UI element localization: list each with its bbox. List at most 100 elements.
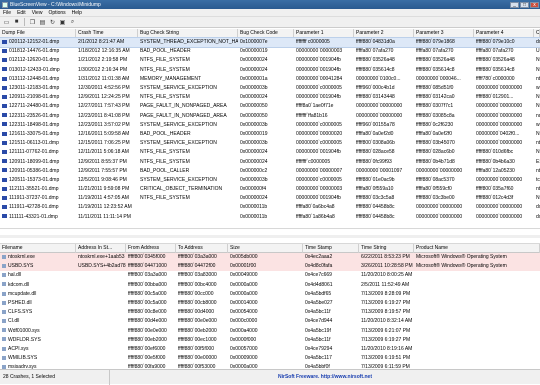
module-file-icon <box>2 328 6 333</box>
menu-help[interactable]: Help <box>72 10 82 16</box>
dump-file-icon <box>2 186 7 191</box>
menu-file[interactable]: File <box>3 10 11 16</box>
maximize-button[interactable]: □ <box>520 1 529 8</box>
menu-view[interactable]: View <box>32 10 43 16</box>
column-header[interactable]: Caused By Driver <box>534 29 540 38</box>
save-icon[interactable]: ■ <box>12 18 21 27</box>
table-row[interactable]: kdcom.dll fffff800`00bba000 fffff800`00bc4… <box>0 281 540 290</box>
menu-options[interactable]: Options <box>48 10 65 16</box>
table-row[interactable]: CI.dll fffff880`00d4e000 fffff880`00e0e000… <box>0 317 540 326</box>
column-header[interactable]: Size <box>228 244 303 253</box>
table-row[interactable]: mcupdate.dll fffff880`00c5a000 fffff880`00… <box>0 290 540 299</box>
table-cell: 120511-15373-01.dmp <box>0 176 76 185</box>
crash-dump-list[interactable]: Dump File Crash Time Bug Check String Bug C… <box>0 29 540 228</box>
table-row[interactable]: 020112-12152-01.dmp 2/1/2012 8:21:47 AM SY… <box>0 36 540 49</box>
close-button[interactable]: x <box>530 1 539 8</box>
table-row[interactable]: 011812-14476-01.dmp 1/18/2012 12:16:35 AM… <box>0 47 540 56</box>
module-file-icon <box>2 346 6 351</box>
column-header[interactable]: Crash Time <box>76 29 138 38</box>
html-report-icon[interactable]: ▣ <box>58 18 67 27</box>
minimize-button[interactable]: _ <box>510 1 519 8</box>
column-header[interactable]: Bug Check Code <box>238 29 294 38</box>
table-cell: fffffa80`1a86b4a8 <box>296 213 335 220</box>
table-row[interactable]: 111111-43321-01.dmp 11/11/2011 11:11:14 P… <box>0 213 540 222</box>
dump-file-icon <box>2 214 7 219</box>
table-row[interactable]: 120511-15373-01.dmp 12/5/2011 9:08:46 PM S… <box>0 176 540 185</box>
cell-text: WMILIB.SYS <box>8 355 38 362</box>
table-cell: 1/31/2012 11:01:38 AM <box>78 75 130 82</box>
table-row[interactable]: 111911-37237-01.dmp 11/19/2011 4:57:05 AM… <box>0 194 540 203</box>
column-header[interactable]: Time String <box>359 244 414 253</box>
folder-open-icon[interactable]: ▭ <box>2 18 11 27</box>
table-cell: WMILIB.SYS <box>0 354 76 363</box>
table-row[interactable]: 013112-12448-01.dmp 1/31/2012 11:01:38 AM… <box>0 75 540 84</box>
table-row[interactable]: 120911-21098-01.dmp 12/9/2011 12:24:25 PM… <box>0 93 540 102</box>
column-header[interactable]: Bug Check String <box>138 29 238 38</box>
table-row[interactable]: 122311-18498-01.dmp 12/23/2011 3:57:02 PM… <box>0 121 540 130</box>
table-row[interactable]: USBD.SYS USBD.SYS+4b2ad78 fffff880`0447100… <box>0 262 540 272</box>
table-row[interactable]: ntoskrnl.exe ntoskrnl.exe+1aab53 fffff800`… <box>0 253 540 263</box>
column-header[interactable]: To Address <box>176 244 228 253</box>
pane-splitter[interactable] <box>0 228 540 244</box>
table-cell: dxgkrnl.sys <box>536 213 540 220</box>
copy-icon[interactable]: ❐ <box>28 18 37 27</box>
column-header[interactable]: Parameter 2 <box>354 29 414 38</box>
table-row[interactable]: 121611-33075-01.dmp 12/16/2011 5:09:58 AM… <box>0 130 540 139</box>
table-row[interactable]: 120911-18099-01.dmp 12/9/2011 8:55:37 PM N… <box>0 157 540 166</box>
nirsoft-link[interactable]: NirSoft Freeware. http://www.nirsoft.net <box>110 374 540 380</box>
table-row[interactable]: 111911-42728-01.dmp 11/19/2011 12:23:52 A… <box>0 203 540 212</box>
table-cell: USBD.SYS <box>536 48 540 55</box>
module-file-icon <box>2 291 6 296</box>
table-row[interactable]: 122711-24480-01.dmp 12/27/2011 7:57:43 PM… <box>0 102 540 111</box>
table-cell: 7/13/2009 8:19:57 PM <box>361 309 411 316</box>
refresh-icon[interactable]: ↻ <box>48 18 57 27</box>
table-row[interactable]: 112111-35521-01.dmp 11/21/2011 9:59:08 PM… <box>0 185 540 194</box>
column-header[interactable]: Parameter 1 <box>294 29 354 38</box>
table-cell: 0x4a5bc11f <box>305 309 331 316</box>
column-header[interactable]: From Address <box>126 244 176 253</box>
table-cell: fffff880`04458b8c <box>356 204 395 211</box>
column-header[interactable]: Address In St... <box>76 244 126 253</box>
table-row[interactable]: 123011-12183-01.dmp 12/30/2011 4:52:56 PM… <box>0 84 540 93</box>
table-cell: dxgkrnl.sys <box>536 204 540 211</box>
table-cell: fffff880`012901... <box>476 94 514 101</box>
column-header[interactable]: Parameter 3 <box>414 29 474 38</box>
table-row[interactable]: CLFS.SYS fffff880`00c8e000 fffff880`00d400… <box>0 308 540 317</box>
table-row[interactable]: 012112-12620-01.dmp 1/21/2012 2:19:58 PM N… <box>0 56 540 65</box>
column-header[interactable]: Parameter 4 <box>474 29 534 38</box>
table-cell: 0x4ce7c669 <box>305 272 332 279</box>
table-row[interactable]: 121511-06113-01.dmp 12/15/2011 7:06:25 PM… <box>0 139 540 148</box>
table-row[interactable]: WDFLDR.SYS fffff880`00eb2000 fffff880`00ec… <box>0 336 540 345</box>
properties-icon[interactable]: ▤ <box>38 18 47 27</box>
module-list[interactable]: Filename Address In St... From Address To A… <box>0 244 540 369</box>
splitter-grip[interactable] <box>0 235 540 238</box>
table-row[interactable]: ACPI.sys fffff880`00ef6000 fffff880`00f5f0… <box>0 345 540 354</box>
table-row[interactable]: 013012-12433-01.dmp 1/30/2012 2:16:34 PM N… <box>0 66 540 75</box>
table-row[interactable]: WMILIB.SYS fffff880`00e5f000 fffff880`00e0… <box>0 354 540 363</box>
table-cell: USBD.SYS+4b2ad78 <box>78 263 126 270</box>
table-cell: NTFS_FILE_SYSTEM <box>140 195 190 202</box>
table-cell: 00000000`00000000 <box>476 121 523 128</box>
table-row[interactable]: 120911-05386-01.dmp 12/9/2011 7:55:57 PM B… <box>0 167 540 176</box>
table-row[interactable]: 122311-23526-01.dmp 12/23/2011 8:41:08 PM… <box>0 112 540 121</box>
table-cell: fffff880`04472f00 <box>178 263 216 270</box>
column-header[interactable]: Time Stamp <box>303 244 359 253</box>
cell-text: USBD.SYS <box>8 263 34 270</box>
table-cell: hal.dll <box>0 271 76 280</box>
table-row[interactable]: PSHED.dll fffff880`00c5a000 fffff880`00cb8… <box>0 299 540 308</box>
cell-text: 120911-05386-01.dmp <box>9 167 60 174</box>
table-row[interactable]: 121111-07762-01.dmp 12/11/2011 5:06:18 AM… <box>0 148 540 157</box>
table-cell: 00000000`c0000005 <box>296 140 342 147</box>
table-cell: 12/23/2011 8:41:08 PM <box>78 112 130 119</box>
table-row[interactable]: Wdf01000.sys fffff880`00e0e000 fffff880`00… <box>0 327 540 336</box>
table-cell: 0x00000050 <box>240 103 268 110</box>
table-cell: 0x0000011b <box>240 204 268 211</box>
table-row[interactable]: hal.dll fffff800`03a3a000 fffff800`03a8300… <box>0 271 540 280</box>
menu-edit[interactable]: Edit <box>17 10 26 16</box>
search-icon[interactable]: ⌕ <box>68 18 77 27</box>
column-header[interactable]: Dump File <box>0 29 76 38</box>
table-cell: 013112-12448-01.dmp <box>0 75 76 84</box>
table-cell: 00000000`00000000 <box>356 112 403 119</box>
column-header[interactable]: Product Name <box>414 244 540 253</box>
column-header[interactable]: Filename <box>0 244 76 253</box>
